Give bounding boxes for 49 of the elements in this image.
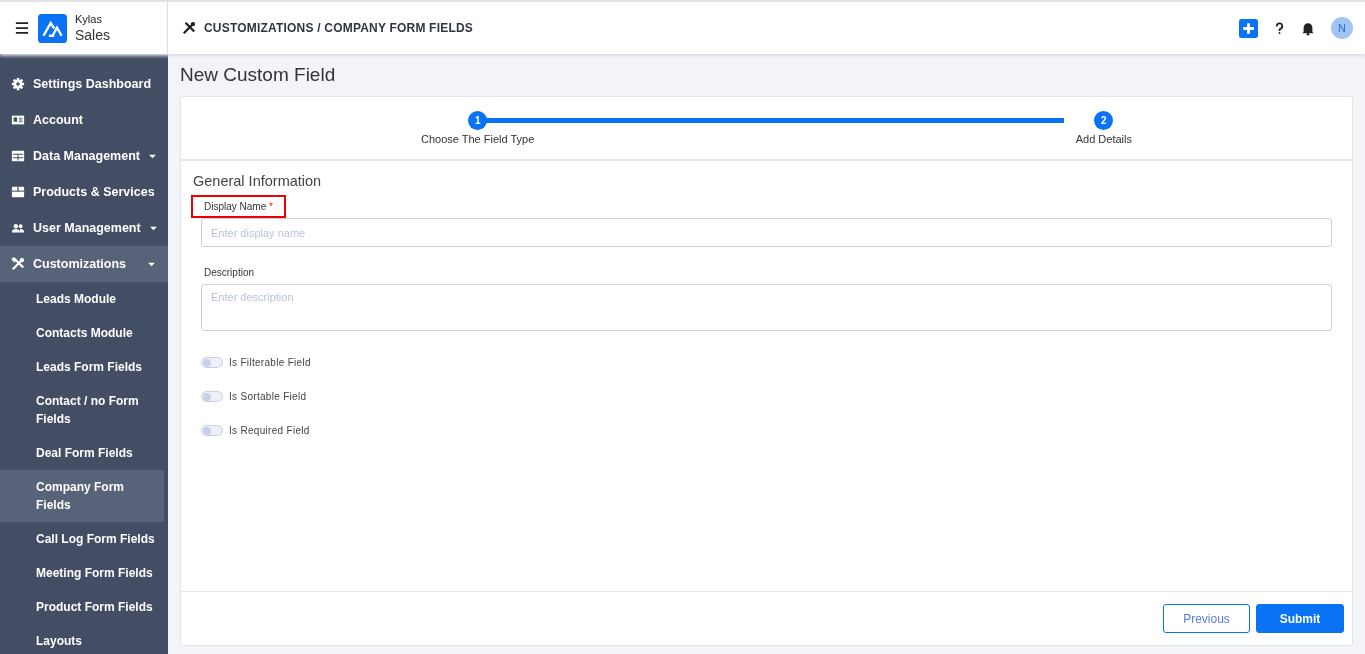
sidebar-subitem[interactable]: Contact / no Form Fields	[0, 384, 164, 436]
logo-icon[interactable]	[38, 13, 67, 43]
text-field[interactable]: Enter display name	[201, 218, 1332, 247]
breadcrumb: CUSTOMIZATIONS / COMPANY FORM FIELDS	[204, 21, 473, 35]
sidebar-item[interactable]: User Management	[0, 210, 168, 246]
toggle-label: Is Sortable Field	[229, 390, 307, 402]
table-icon	[11, 149, 25, 163]
sidebar-item[interactable]: Customizations	[0, 246, 168, 282]
sidebar-subitem[interactable]: Meeting Form Fields	[0, 556, 164, 590]
sidebar-subitem[interactable]: Contacts Module	[0, 316, 164, 350]
sidebar-subitem[interactable]: Product Form Fields	[0, 590, 164, 624]
bell-icon[interactable]	[1301, 20, 1315, 36]
add-icon[interactable]	[1239, 18, 1258, 38]
toggle-label: Is Required Field	[229, 424, 310, 436]
description-field[interactable]: Enter description	[201, 284, 1332, 331]
sidebar-item[interactable]: Data Management	[0, 138, 168, 174]
tools-icon	[182, 21, 196, 35]
step-label: Add Details	[1075, 133, 1132, 145]
sidebar-subitem[interactable]: Leads Module	[0, 282, 164, 316]
sidebar-subitem[interactable]: Layouts	[0, 624, 164, 654]
sidebar-subitem[interactable]: Company Form Fields	[0, 470, 164, 522]
gear-icon	[11, 77, 25, 91]
sidebar-item[interactable]: Products & Services	[0, 174, 168, 210]
page-title: New Custom Field	[180, 64, 337, 86]
sidebar-item[interactable]: Settings Dashboard	[0, 66, 168, 102]
sidebar-item[interactable]: Account	[0, 102, 168, 138]
toggle-switch[interactable]	[201, 424, 223, 436]
brand-name: Kylas	[75, 12, 103, 26]
step-number: 2	[1094, 111, 1114, 130]
field-label: Description	[203, 266, 256, 280]
step-label: Choose The Field Type	[421, 133, 535, 145]
sidebar-subitem[interactable]: Leads Form Fields	[0, 350, 164, 384]
product-name: Sales	[75, 25, 111, 44]
previous-button[interactable]: Previous	[1163, 604, 1250, 633]
toggle-label: Is Filterable Field	[229, 356, 311, 368]
users-icon	[11, 221, 25, 235]
sidebar-subitem[interactable]: Call Log Form Fields	[0, 522, 164, 556]
field-label: Display Name *	[191, 195, 286, 218]
toggle-switch[interactable]	[201, 356, 223, 368]
sidebar-subitem[interactable]: Deal Form Fields	[0, 436, 164, 470]
box-icon	[11, 185, 25, 199]
submit-button[interactable]: Submit	[1256, 604, 1344, 633]
id-card-icon	[11, 113, 25, 127]
section-title: General Information	[193, 173, 323, 189]
toggle-switch[interactable]	[201, 390, 223, 402]
help-icon[interactable]	[1274, 20, 1285, 36]
step-number: 1	[468, 111, 488, 130]
tools-icon	[11, 257, 25, 271]
menu-icon[interactable]	[14, 21, 30, 35]
